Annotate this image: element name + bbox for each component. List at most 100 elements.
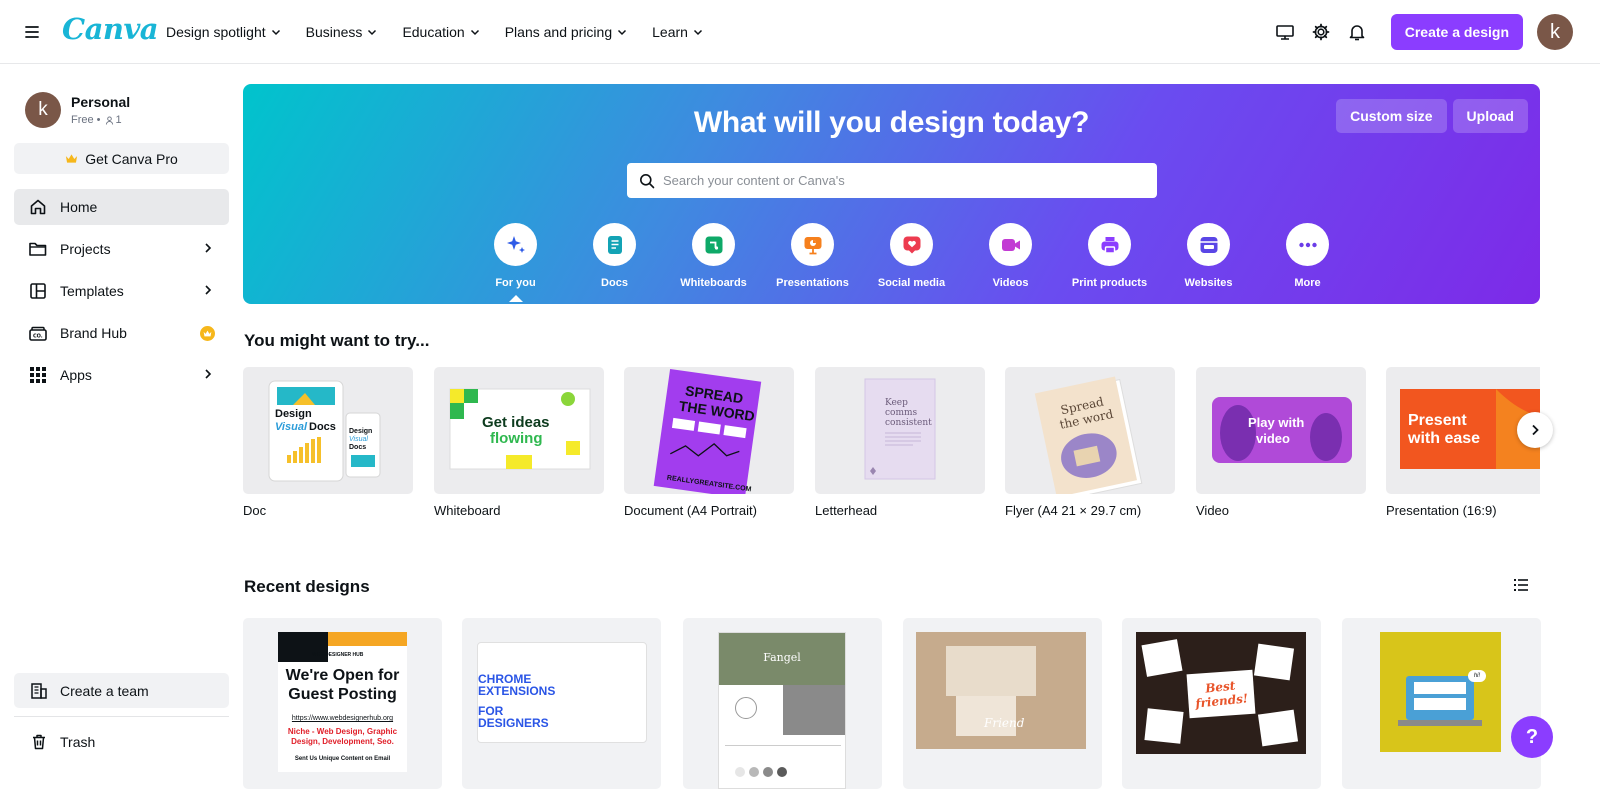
person-icon: [105, 115, 113, 125]
video-icon: [989, 223, 1032, 266]
category-social-media[interactable]: Social media: [862, 223, 961, 289]
chevron-right-icon: [205, 285, 212, 295]
svg-text:video: video: [1256, 431, 1290, 446]
recent-design-card[interactable]: Fangel: [683, 618, 882, 789]
notifications-bell-icon[interactable]: [1339, 14, 1375, 50]
website-icon: [1187, 223, 1230, 266]
nav-design-spotlight[interactable]: Design spotlight: [166, 24, 282, 40]
crown-icon: [66, 154, 78, 163]
hub-label: WEB DESIGNER HUB: [312, 652, 364, 658]
sparkle-icon: [494, 223, 537, 266]
category-label: Whiteboards: [680, 277, 747, 289]
search-icon: [640, 173, 655, 188]
recent-design-card[interactable]: Friend: [903, 618, 1102, 789]
try-section-title: You might want to try...: [244, 331, 430, 350]
sidebar-item-home[interactable]: Home: [14, 189, 229, 225]
top-nav: Design spotlight Business Education Plan…: [166, 0, 728, 64]
hero-banner: What will you design today? Custom size …: [243, 84, 1540, 304]
recent-designs-grid: WEB DESIGNER HUB We're Open for Guest Po…: [243, 618, 1541, 789]
svg-text:Get ideas: Get ideas: [482, 414, 550, 431]
settings-gear-icon[interactable]: [1303, 14, 1339, 50]
team-building-icon: [30, 682, 48, 700]
flyer-thumbnail: Spread the word: [1005, 367, 1175, 494]
sidebar-item-label: Home: [60, 199, 98, 215]
sidebar-item-label: Projects: [60, 241, 111, 257]
category-videos[interactable]: Videos: [961, 223, 1060, 289]
try-card-label: Doc: [243, 503, 267, 518]
video-thumbnail: Play with video: [1196, 367, 1366, 494]
sidebar-item-templates[interactable]: Templates: [14, 273, 229, 309]
try-card-presentation[interactable]: Present with ease Presentation (16:9): [1386, 367, 1540, 518]
svg-text:Visual: Visual: [275, 421, 308, 433]
recent-design-card[interactable]: hi!: [1342, 618, 1541, 789]
category-for-you[interactable]: For you: [466, 223, 565, 302]
list-view-icon[interactable]: [1512, 576, 1530, 594]
category-print-products[interactable]: Print products: [1060, 223, 1159, 289]
sidebar-item-projects[interactable]: Projects: [14, 231, 229, 267]
chevron-right-icon: [205, 243, 212, 253]
category-websites[interactable]: Websites: [1159, 223, 1258, 289]
try-card-whiteboard[interactable]: Get ideas flowing Whiteboard: [434, 367, 604, 518]
canva-logo[interactable]: Canva: [62, 12, 159, 46]
upload-button[interactable]: Upload: [1452, 99, 1528, 133]
menu-icon[interactable]: [22, 22, 42, 42]
trash-button[interactable]: Trash: [14, 724, 229, 760]
recent-design-card[interactable]: Best friends!: [1122, 618, 1321, 789]
sidebar-item-brand-hub[interactable]: CO. Brand Hub: [14, 315, 229, 351]
category-label: Docs: [601, 277, 628, 289]
try-card-document-a4[interactable]: SPREAD THE WORD REALLYGREATSITE.COM Docu…: [624, 367, 794, 518]
recent-design-card[interactable]: WEB DESIGNER HUB We're Open for Guest Po…: [243, 618, 442, 789]
chevron-down-icon: [368, 29, 377, 36]
try-card-letterhead[interactable]: Keep comms consistent Letterhead: [815, 367, 985, 518]
search-input[interactable]: [663, 173, 1123, 188]
carousel-next-button[interactable]: [1517, 412, 1553, 448]
user-avatar[interactable]: k: [1537, 14, 1573, 50]
create-design-button[interactable]: Create a design: [1390, 14, 1523, 50]
design-line2: EXTENSIONS: [478, 684, 556, 698]
category-presentations[interactable]: Presentations: [763, 223, 862, 289]
sidebar-divider: [14, 716, 229, 717]
nav-label: Plans and pricing: [504, 24, 613, 40]
category-more[interactable]: More: [1258, 223, 1357, 289]
try-card-flyer[interactable]: Spread the word Flyer (A4 21 × 29.7 cm): [1005, 367, 1175, 518]
custom-size-button[interactable]: Custom size: [1336, 99, 1447, 133]
folder-icon: [28, 239, 48, 259]
recent-design-card[interactable]: CHROME EXTENSIONS FOR DESIGNERS: [462, 618, 661, 789]
svg-text:Design: Design: [349, 428, 372, 435]
sidebar-nav: Home Projects Templates CO. Brand Hub Ap…: [14, 189, 229, 399]
design-title: Friend: [984, 716, 1025, 730]
category-label: For you: [495, 277, 536, 289]
sidebar-item-apps[interactable]: Apps: [14, 357, 229, 393]
svg-text:with ease: with ease: [1407, 430, 1480, 447]
svg-text:CO.: CO.: [33, 334, 43, 340]
nav-learn[interactable]: Learn: [652, 24, 704, 40]
get-canva-pro-button[interactable]: Get Canva Pro: [14, 143, 229, 174]
heart-icon: [890, 223, 933, 266]
top-bar: Canva Design spotlight Business Educatio…: [0, 0, 1600, 64]
desktop-app-icon[interactable]: [1267, 14, 1303, 50]
nav-label: Education: [402, 24, 465, 40]
nav-plans-pricing[interactable]: Plans and pricing: [505, 24, 628, 40]
svg-text:Visual: Visual: [349, 436, 368, 443]
design-footer: Sent Us Unique Content on Email: [294, 756, 391, 762]
category-docs[interactable]: Docs: [565, 223, 664, 289]
svg-text:flowing: flowing: [490, 430, 543, 447]
presentation-icon: [791, 223, 834, 266]
whiteboard-icon: [692, 223, 735, 266]
svg-text:comms: comms: [885, 408, 918, 418]
trash-icon: [30, 733, 48, 751]
try-card-doc[interactable]: Design Visual Docs Design Visual Docs Do…: [243, 367, 413, 518]
design-url: https://www.webdesignerhub.org: [291, 715, 394, 722]
account-switcher[interactable]: k Personal Free • 1: [25, 92, 130, 128]
sidebar: k Personal Free • 1 Get Canva Pro Home P…: [0, 65, 243, 789]
design-preview: WEB DESIGNER HUB We're Open for Guest Po…: [278, 632, 407, 772]
nav-education[interactable]: Education: [402, 24, 480, 40]
design-sub: Niche - Web Design, Graphic Design, Deve…: [287, 727, 398, 746]
create-team-button[interactable]: Create a team: [14, 673, 229, 708]
whiteboard-thumbnail: Get ideas flowing: [434, 367, 604, 494]
nav-business[interactable]: Business: [306, 24, 379, 40]
help-button[interactable]: ?: [1511, 716, 1553, 758]
try-card-video[interactable]: Play with video Video: [1196, 367, 1366, 518]
chevron-down-icon: [618, 29, 627, 36]
category-whiteboards[interactable]: Whiteboards: [664, 223, 763, 289]
